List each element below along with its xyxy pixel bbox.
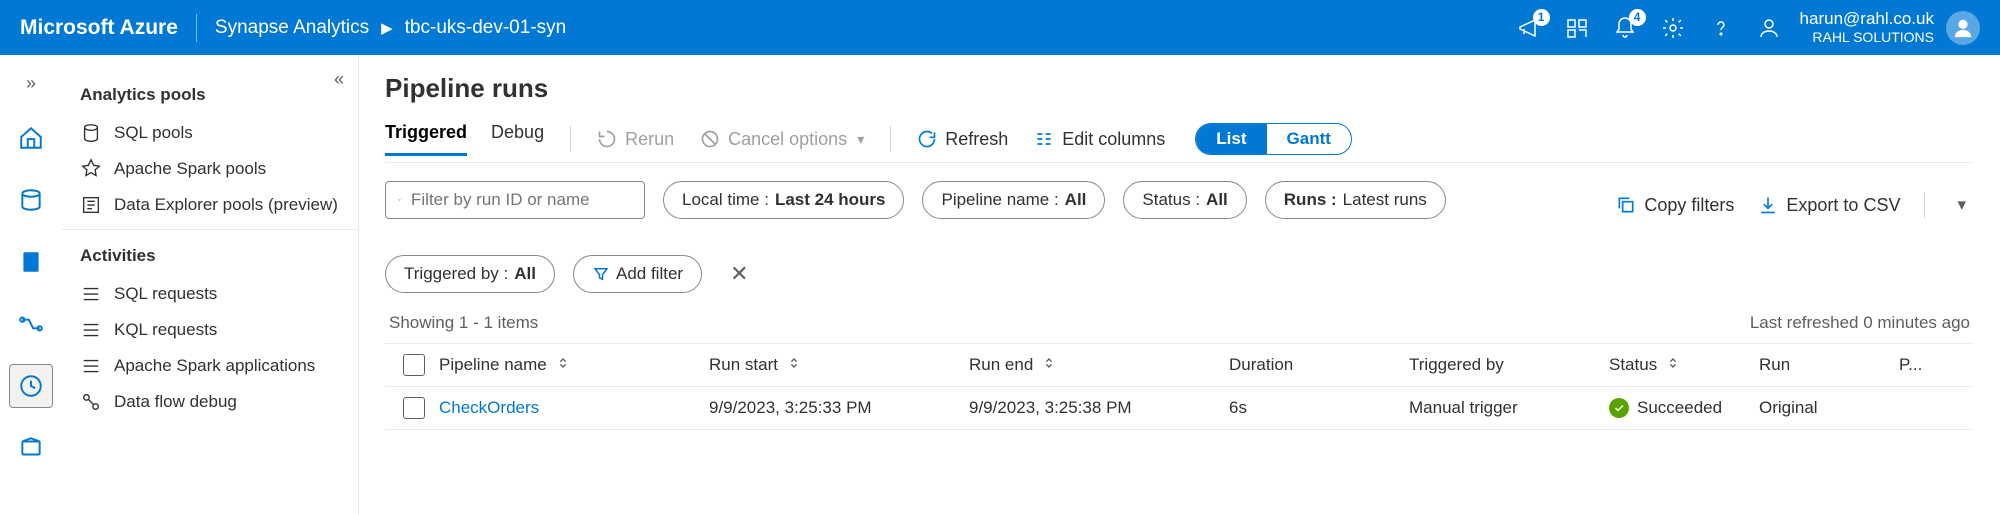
table-row[interactable]: CheckOrders 9/9/2023, 3:25:33 PM 9/9/202… <box>385 387 1974 430</box>
edit-columns-button[interactable]: Edit columns <box>1034 129 1165 150</box>
sidebar-dataflow-debug[interactable]: Data flow debug <box>80 384 348 420</box>
cell-duration: 6s <box>1229 398 1409 418</box>
col-p[interactable]: P... <box>1899 355 1939 375</box>
toolbar-divider <box>570 126 571 152</box>
col-run[interactable]: Run <box>1759 355 1899 375</box>
sort-icon <box>786 355 802 376</box>
results-count: Showing 1 - 1 items <box>389 313 538 333</box>
cell-run: Original <box>1759 398 1899 418</box>
add-filter-button[interactable]: Add filter <box>573 255 702 293</box>
notifications-badge: 4 <box>1629 9 1646 26</box>
select-all-checkbox[interactable] <box>403 354 425 376</box>
monitor-sidebar: « Analytics pools SQL pools Apache Spark… <box>62 55 358 514</box>
notifications-icon[interactable]: 4 <box>1612 15 1638 41</box>
sidebar-spark-apps[interactable]: Apache Spark applications <box>80 348 348 384</box>
view-list[interactable]: List <box>1196 124 1266 154</box>
runs-table: Pipeline name Run start Run end Duration… <box>385 343 1974 430</box>
cell-status-text: Succeeded <box>1637 398 1722 418</box>
filter-pipeline-name[interactable]: Pipeline name : All <box>922 181 1105 219</box>
directory-icon[interactable] <box>1564 15 1590 41</box>
sidebar-dataexplorer-pools[interactable]: Data Explorer pools (preview) <box>80 187 348 223</box>
cancel-options-button: Cancel options ▾ <box>700 129 864 150</box>
page-title: Pipeline runs <box>385 73 1974 104</box>
tab-debug[interactable]: Debug <box>491 122 544 156</box>
chevron-right-icon: ▶ <box>381 19 393 37</box>
clear-filters-icon[interactable]: ✕ <box>720 255 758 293</box>
sidebar-collapse-icon[interactable]: « <box>334 69 344 90</box>
cell-run-end: 9/9/2023, 3:25:38 PM <box>969 398 1229 418</box>
sidebar-kql-requests[interactable]: KQL requests <box>80 312 348 348</box>
global-header: Microsoft Azure Synapse Analytics ▶ tbc-… <box>0 0 2000 55</box>
breadcrumb-root[interactable]: Synapse Analytics <box>215 17 369 39</box>
rail-manage[interactable] <box>9 426 53 470</box>
sidebar-spark-pools[interactable]: Apache Spark pools <box>80 151 348 187</box>
feedback-icon[interactable] <box>1756 15 1782 41</box>
rail-monitor[interactable] <box>9 364 53 408</box>
sort-icon <box>1041 355 1057 376</box>
filter-time[interactable]: Local time : Last 24 hours <box>663 181 904 219</box>
last-refreshed: Last refreshed 0 minutes ago <box>1750 313 1970 333</box>
sort-icon <box>1665 355 1681 376</box>
refresh-button[interactable]: Refresh <box>917 129 1008 150</box>
header-divider <box>196 14 197 42</box>
success-icon <box>1609 398 1629 418</box>
col-pipeline-name[interactable]: Pipeline name <box>439 355 709 376</box>
settings-icon[interactable] <box>1660 15 1686 41</box>
view-toggle: List Gantt <box>1195 123 1352 155</box>
brand-logo[interactable]: Microsoft Azure <box>20 16 178 40</box>
filter-status[interactable]: Status : All <box>1123 181 1246 219</box>
view-gantt[interactable]: Gantt <box>1267 124 1351 154</box>
chevron-down-icon: ▾ <box>857 131 864 148</box>
cell-run-start: 9/9/2023, 3:25:33 PM <box>709 398 969 418</box>
breadcrumb-current[interactable]: tbc-uks-dev-01-syn <box>405 17 567 39</box>
col-duration[interactable]: Duration <box>1229 355 1409 375</box>
col-triggered-by[interactable]: Triggered by <box>1409 355 1609 375</box>
table-header: Pipeline name Run start Run end Duration… <box>385 343 1974 387</box>
filter-search-input[interactable] <box>411 190 632 210</box>
filter-triggered-by[interactable]: Triggered by : All <box>385 255 555 293</box>
col-status[interactable]: Status <box>1609 355 1759 376</box>
tab-triggered[interactable]: Triggered <box>385 122 467 156</box>
row-checkbox[interactable] <box>403 397 425 419</box>
announce-badge: 1 <box>1533 9 1550 26</box>
filter-search[interactable] <box>385 181 645 219</box>
announce-icon[interactable]: 1 <box>1516 15 1542 41</box>
command-bar: Triggered Debug Rerun Cancel options ▾ R… <box>385 122 1974 163</box>
col-run-start[interactable]: Run start <box>709 355 969 376</box>
export-divider <box>1924 192 1925 218</box>
user-email: harun@rahl.co.uk <box>1800 9 1934 29</box>
rail-integrate[interactable] <box>9 302 53 346</box>
sidebar-sql-pools[interactable]: SQL pools <box>80 115 348 151</box>
sort-icon <box>555 355 571 376</box>
toolbar-divider <box>890 126 891 152</box>
rerun-button: Rerun <box>597 129 674 150</box>
rail-data[interactable] <box>9 178 53 222</box>
export-csv-button[interactable]: Export to CSV <box>1758 195 1900 216</box>
filter-runs[interactable]: Runs : Latest runs <box>1265 181 1446 219</box>
sidebar-section-activities: Activities <box>80 246 348 266</box>
header-actions: 1 4 <box>1516 15 1782 41</box>
filter-bar: Local time : Last 24 hours Pipeline name… <box>385 181 1974 293</box>
rail-expand-icon[interactable]: » <box>22 69 40 98</box>
rail-develop[interactable] <box>9 240 53 284</box>
col-run-end[interactable]: Run end <box>969 355 1229 376</box>
user-menu[interactable]: harun@rahl.co.uk RAHL SOLUTIONS <box>1800 9 1980 46</box>
sidebar-divider <box>62 229 358 230</box>
pipeline-link[interactable]: CheckOrders <box>439 398 539 417</box>
main-content: Pipeline runs Triggered Debug Rerun Canc… <box>358 55 2000 514</box>
cell-triggered-by: Manual trigger <box>1409 398 1609 418</box>
nav-rail: » <box>0 55 62 514</box>
user-org: RAHL SOLUTIONS <box>1800 29 1934 46</box>
export-more-icon[interactable]: ▾ <box>1949 191 1974 219</box>
avatar[interactable] <box>1946 11 1980 45</box>
copy-filters-button[interactable]: Copy filters <box>1616 195 1734 216</box>
sidebar-sql-requests[interactable]: SQL requests <box>80 276 348 312</box>
rail-home[interactable] <box>9 116 53 160</box>
sidebar-section-pools: Analytics pools <box>80 85 348 105</box>
help-icon[interactable] <box>1708 15 1734 41</box>
